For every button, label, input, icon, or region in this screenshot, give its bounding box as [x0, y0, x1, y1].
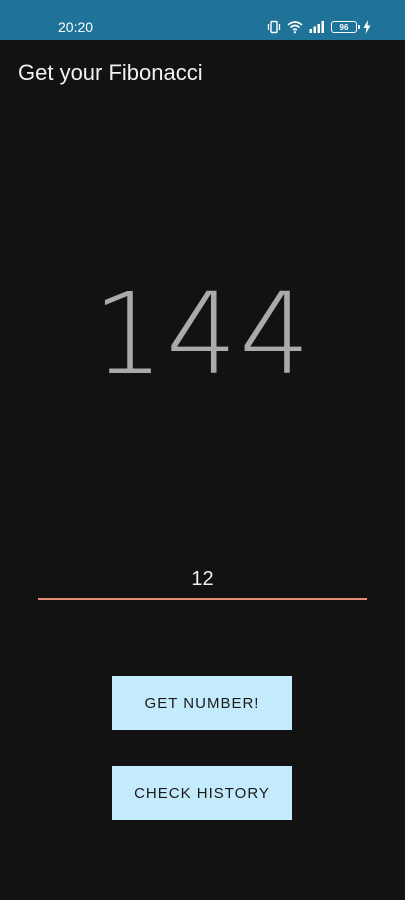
number-input-field [38, 562, 367, 600]
status-bar: 20:20 96 [0, 0, 405, 40]
battery-icon: 96 [331, 21, 360, 33]
charging-icon [363, 20, 371, 34]
check-history-button[interactable]: CHECK HISTORY [112, 766, 292, 820]
status-icons: 96 [267, 18, 371, 36]
wifi-icon [287, 20, 303, 34]
app-title: Get your Fibonacci [18, 60, 203, 85]
number-input[interactable] [38, 562, 367, 596]
signal-icon [309, 20, 325, 34]
fibonacci-result: 144 [92, 270, 313, 400]
vibrate-icon [267, 20, 281, 34]
get-number-button[interactable]: GET NUMBER! [112, 676, 292, 730]
battery-level: 96 [339, 22, 349, 32]
status-time: 20:20 [58, 19, 94, 35]
